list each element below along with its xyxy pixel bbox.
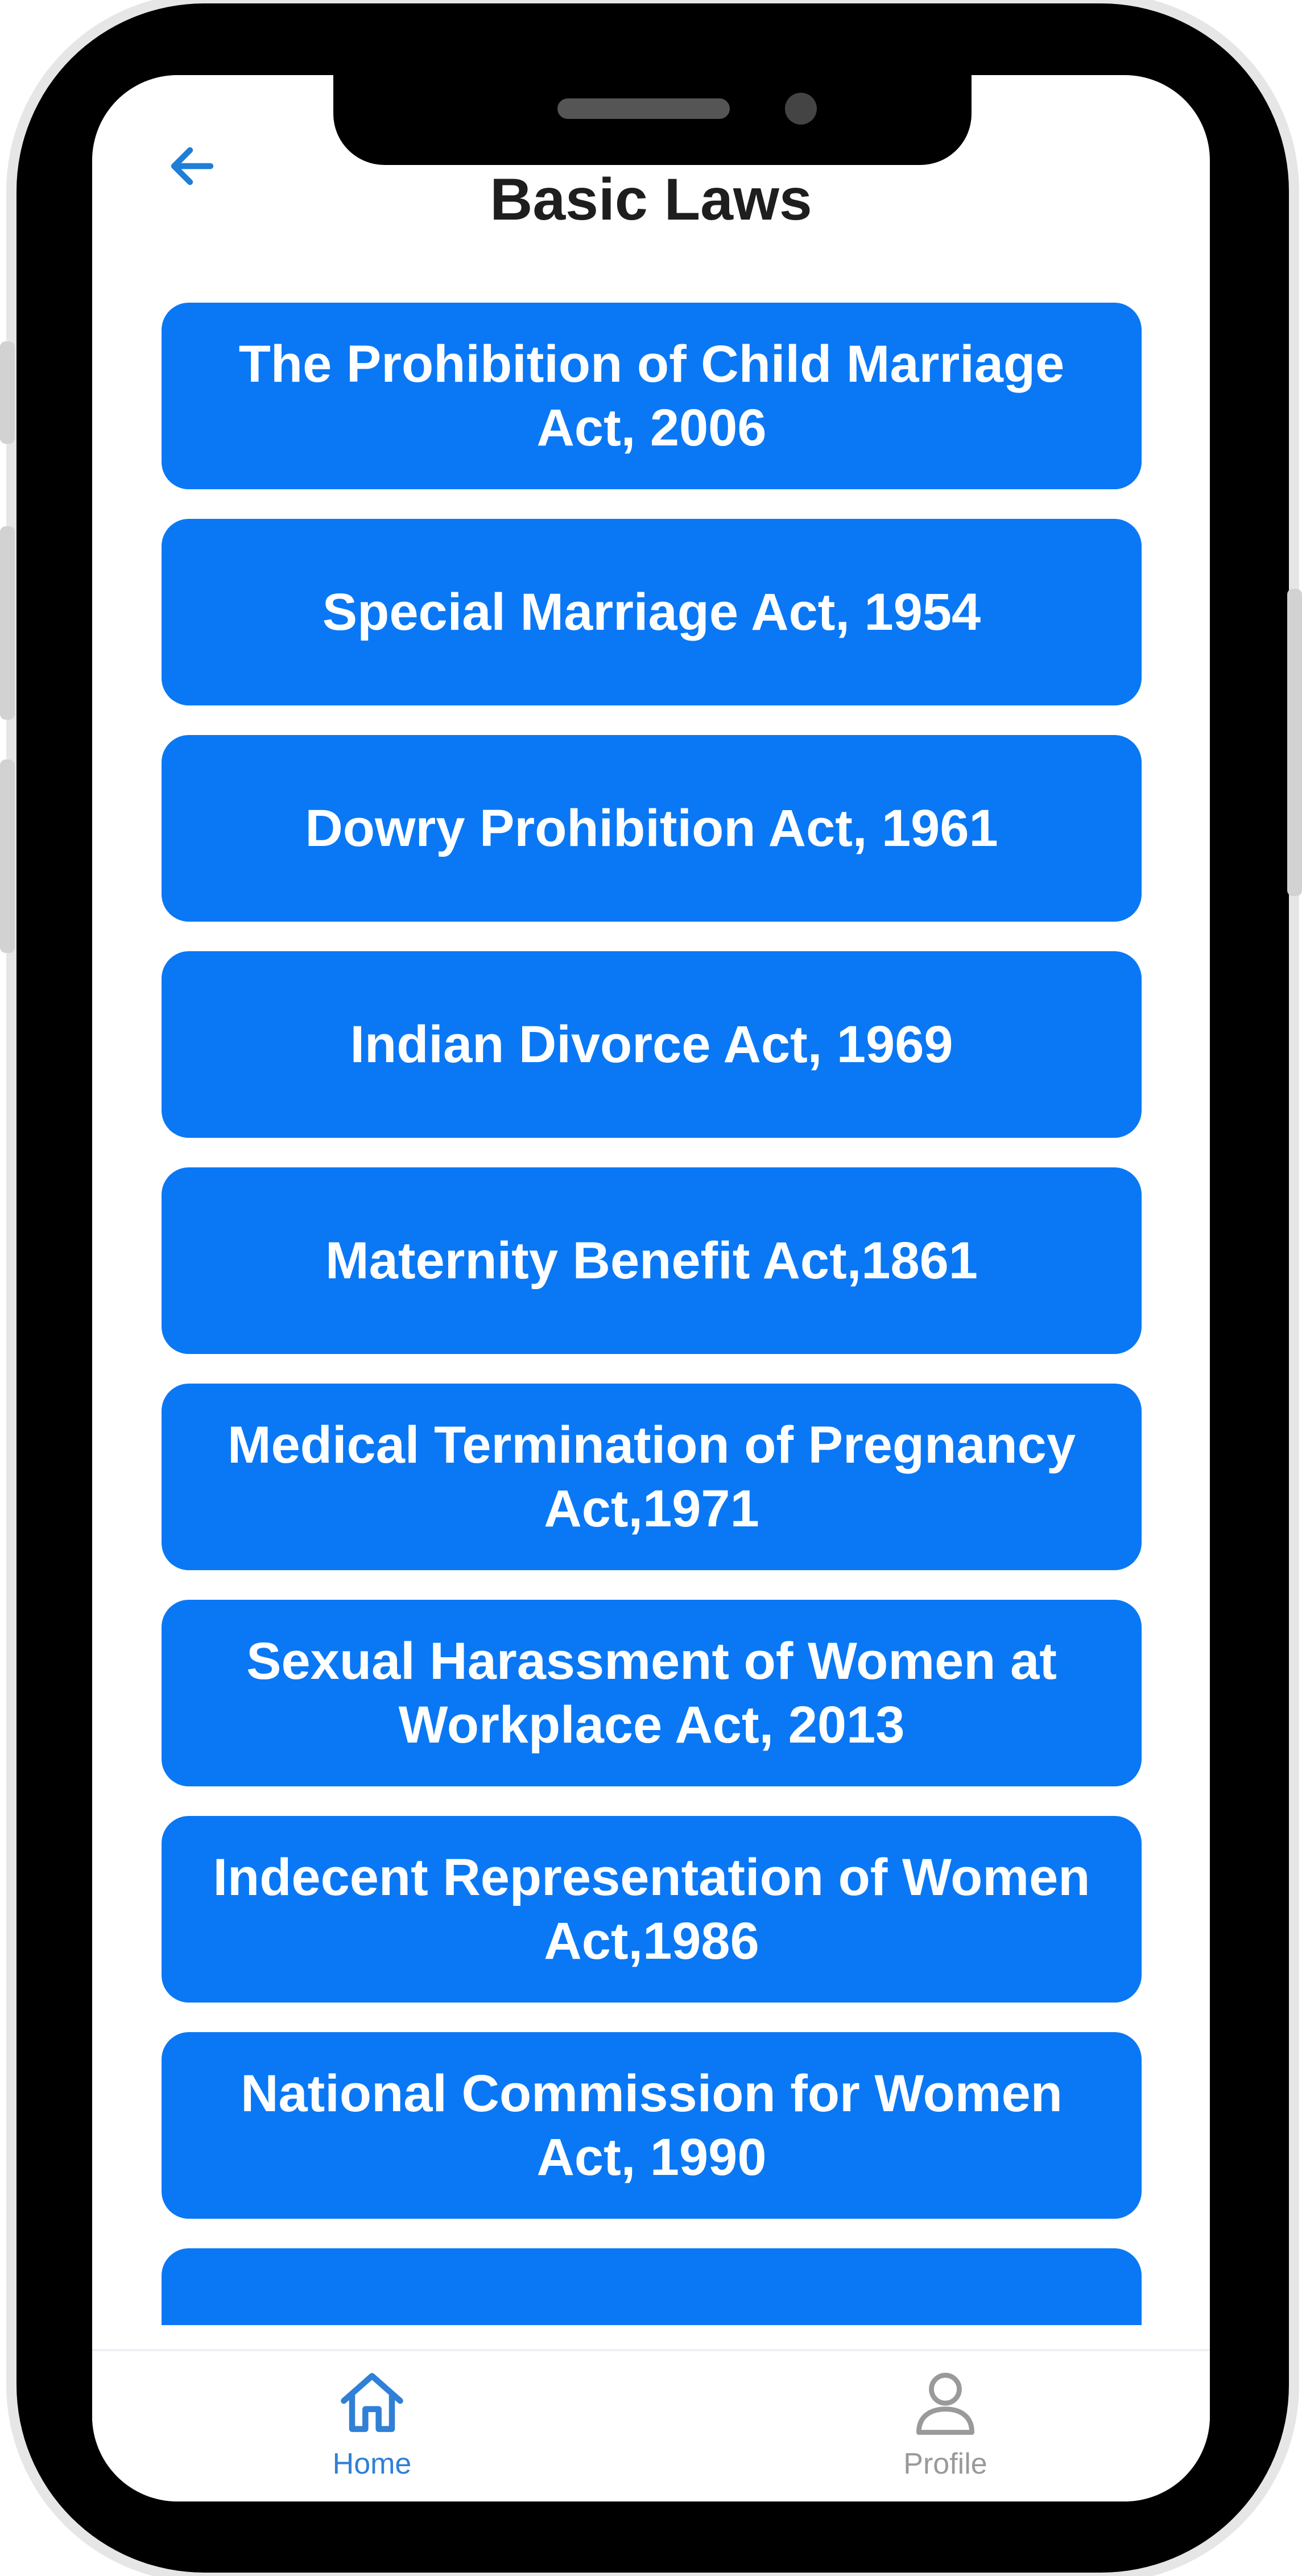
law-button-indecent-representation-act[interactable]: Indecent Representation of Women Act,198… xyxy=(162,1816,1142,2003)
app-screen: Basic Laws The Prohibition of Child Marr… xyxy=(92,75,1210,2501)
nav-home-label: Home xyxy=(332,2447,412,2480)
law-button-national-commission-act[interactable]: National Commission for Women Act, 1990 xyxy=(162,2032,1142,2219)
law-button-child-marriage-act[interactable]: The Prohibition of Child Marriage Act, 2… xyxy=(162,303,1142,489)
back-button[interactable] xyxy=(158,132,226,200)
law-button-partial[interactable] xyxy=(162,2248,1142,2325)
arrow-left-icon xyxy=(171,147,214,185)
volume-up-button xyxy=(0,526,15,720)
law-button-medical-termination-act[interactable]: Medical Termination of Pregnancy Act,197… xyxy=(162,1384,1142,1570)
front-camera xyxy=(785,93,817,125)
page-title: Basic Laws xyxy=(490,167,812,233)
bottom-nav: Home Profile xyxy=(92,2349,1210,2501)
law-list: The Prohibition of Child Marriage Act, 2… xyxy=(162,303,1142,2325)
volume-down-button xyxy=(0,759,15,953)
law-button-indian-divorce-act[interactable]: Indian Divorce Act, 1969 xyxy=(162,951,1142,1138)
volume-silent-switch xyxy=(0,341,15,444)
nav-profile[interactable]: Profile xyxy=(815,2363,1076,2488)
law-button-maternity-benefit-act[interactable]: Maternity Benefit Act,1861 xyxy=(162,1167,1142,1354)
home-icon xyxy=(341,2373,403,2432)
law-button-special-marriage-act[interactable]: Special Marriage Act, 1954 xyxy=(162,519,1142,705)
speaker-grille xyxy=(557,98,730,119)
notch xyxy=(333,75,972,165)
law-button-sexual-harassment-act[interactable]: Sexual Harassment of Women at Workplace … xyxy=(162,1600,1142,1786)
nav-home[interactable]: Home xyxy=(241,2363,503,2488)
user-icon xyxy=(916,2372,975,2435)
nav-profile-label: Profile xyxy=(903,2447,987,2480)
law-button-dowry-prohibition-act[interactable]: Dowry Prohibition Act, 1961 xyxy=(162,735,1142,922)
power-button xyxy=(1287,589,1302,896)
